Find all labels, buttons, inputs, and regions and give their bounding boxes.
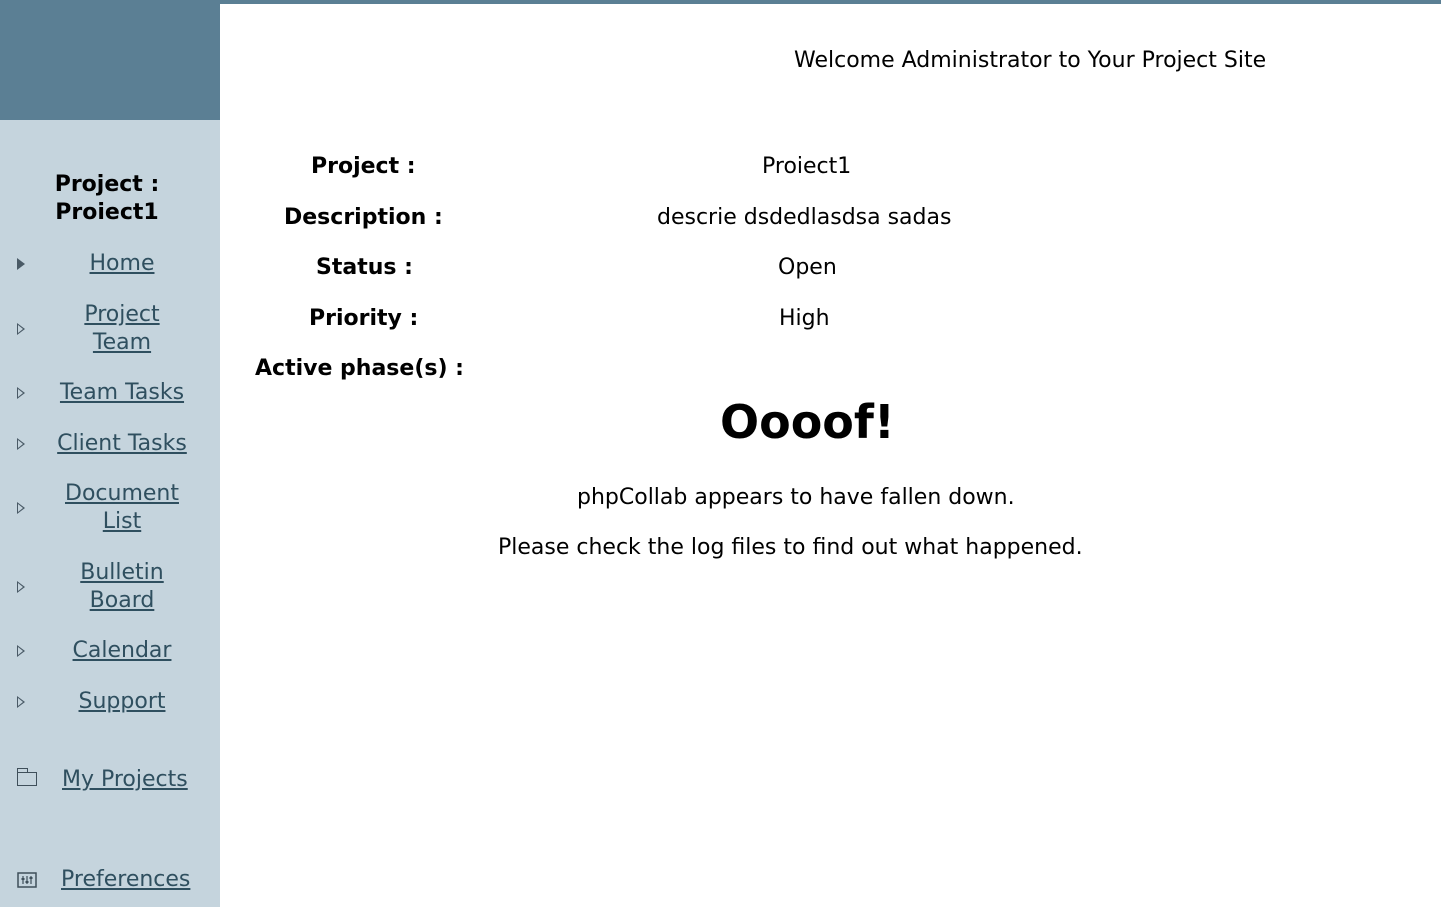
triangle-right-icon bbox=[17, 387, 25, 399]
description-value: descrie dsdedlasdsa sadas bbox=[657, 205, 952, 230]
header-logo-area bbox=[0, 4, 220, 120]
project-label: Project : bbox=[311, 154, 416, 179]
triangle-right-icon bbox=[17, 258, 25, 270]
triangle-right-icon bbox=[17, 645, 25, 657]
sidebar-link-bulletin-board[interactable]: Bulletin Board bbox=[40, 559, 204, 615]
sidebar-link-support[interactable]: Support bbox=[40, 688, 204, 716]
status-value: Open bbox=[778, 255, 837, 280]
project-value: Proiect1 bbox=[762, 154, 852, 179]
description-label: Description : bbox=[284, 205, 443, 230]
error-message: phpCollab appears to have fallen down. bbox=[577, 485, 1015, 510]
sidebar-link-home[interactable]: Home bbox=[40, 250, 204, 278]
sidebar-link-document-list[interactable]: Document List bbox=[40, 480, 204, 536]
preferences-link[interactable]: Preferences bbox=[61, 866, 190, 894]
status-label: Status : bbox=[316, 255, 413, 280]
sidebar-link-team-tasks[interactable]: Team Tasks bbox=[40, 379, 204, 407]
error-title: Oooof! bbox=[720, 395, 895, 449]
sidebar-project-heading-name: Proiect1 bbox=[55, 200, 159, 225]
triangle-right-icon bbox=[17, 696, 25, 708]
sidebar-link-project-team[interactable]: Project Team bbox=[40, 301, 204, 357]
triangle-right-icon bbox=[17, 323, 25, 335]
active-phases-label: Active phase(s) : bbox=[255, 356, 464, 381]
sidebar-link-client-tasks[interactable]: Client Tasks bbox=[40, 430, 204, 458]
sidebar-link-calendar[interactable]: Calendar bbox=[40, 637, 204, 665]
welcome-message: Welcome Administrator to Your Project Si… bbox=[794, 48, 1267, 73]
triangle-right-icon bbox=[17, 581, 25, 593]
sidebar-project-heading: Project : Proiect1 bbox=[0, 171, 214, 227]
priority-label: Priority : bbox=[309, 306, 419, 331]
priority-value: High bbox=[779, 306, 830, 331]
error-hint: Please check the log files to find out w… bbox=[498, 535, 1083, 560]
preferences-icon bbox=[17, 872, 37, 888]
triangle-right-icon bbox=[17, 438, 25, 450]
folder-icon bbox=[16, 768, 37, 786]
sidebar-project-heading-label: Project : bbox=[54, 172, 160, 197]
my-projects-link[interactable]: My Projects bbox=[62, 766, 188, 794]
triangle-right-icon bbox=[17, 502, 25, 514]
